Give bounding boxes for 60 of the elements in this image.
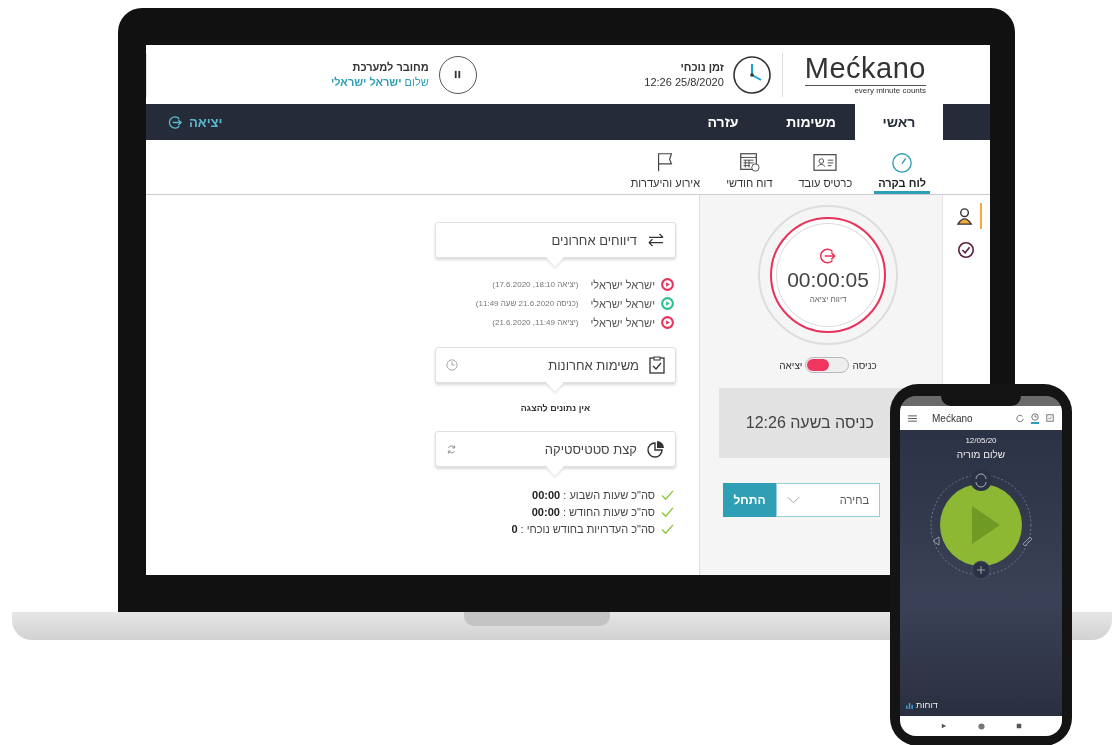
- play-circle-icon: [661, 297, 674, 310]
- clock-icon[interactable]: [1031, 412, 1039, 424]
- menu-icon[interactable]: [908, 414, 917, 422]
- timer-caption: דיווח יציאה: [809, 294, 847, 304]
- entry-exit-toggle[interactable]: [805, 357, 850, 373]
- play-circle-icon: [661, 278, 674, 291]
- logo-text: Mećkano: [804, 54, 926, 86]
- connection-status: מחובר למערכת: [352, 61, 429, 73]
- pie-chart-icon: [647, 440, 665, 458]
- exit-icon: [819, 246, 837, 265]
- empty-message: אין נתונים להצגה: [519, 402, 592, 415]
- nav-tab[interactable]: עזרה: [679, 104, 767, 140]
- logout-icon: [168, 114, 183, 130]
- bar-chart-icon: [906, 701, 913, 709]
- checkmark-icon: [661, 523, 674, 535]
- toggle-label: יציאה: [779, 359, 803, 371]
- clipboard-check-icon: [649, 356, 665, 374]
- current-time-label: זמן נוכחי: [680, 61, 724, 73]
- phone-greeting: שלום מוריה: [956, 449, 1006, 460]
- checklist-icon[interactable]: [1046, 414, 1054, 422]
- back-icon[interactable]: [940, 723, 947, 729]
- refresh-icon: [446, 443, 457, 455]
- check-circle-icon: [956, 241, 975, 259]
- chevron-down-icon: [787, 496, 800, 504]
- checkmark-icon: [661, 489, 674, 501]
- pause-icon: [453, 70, 463, 79]
- clock-icon: [446, 359, 458, 371]
- home-icon[interactable]: [977, 722, 985, 730]
- current-time-value: 12:26 25/8/2020: [644, 76, 724, 88]
- subnav-item[interactable]: אירוע והיעדרות: [626, 151, 705, 194]
- phone-date: 12/05/20: [965, 436, 997, 445]
- nav-tab[interactable]: משימות: [767, 104, 855, 140]
- task-select[interactable]: בחירה: [776, 483, 880, 517]
- report-detail: (יציאה 18:10, 17.6.2020): [492, 280, 579, 289]
- pause-button[interactable]: [438, 55, 477, 94]
- refresh-icon[interactable]: [1016, 414, 1024, 422]
- phone-reports-label[interactable]: דוחות: [916, 700, 938, 710]
- recent-apps-icon[interactable]: [1015, 723, 1022, 729]
- report-name: ישראל ישראלי: [590, 297, 655, 310]
- card-title: קצת סטטיסטיקה: [544, 441, 637, 457]
- nav-tab[interactable]: ראשי: [855, 104, 943, 140]
- toggle-label: כניסה: [852, 359, 877, 371]
- clock-icon: [731, 54, 772, 95]
- timer-value: 00:00:05: [787, 267, 869, 292]
- id-card-icon: [811, 151, 840, 173]
- logout-button[interactable]: יציאה: [168, 104, 223, 140]
- swap-arrows-icon: [647, 233, 665, 247]
- person-icon: [956, 206, 975, 226]
- report-name: ישראל ישראלי: [590, 278, 655, 291]
- report-name: ישראל ישראלי: [590, 316, 655, 329]
- checkmark-icon: [661, 506, 674, 518]
- report-detail: (יציאה 11:49, 21.6.2020): [492, 318, 579, 327]
- card-title: משימות אחרונות: [548, 357, 639, 373]
- subnav-item[interactable]: כרטיס עובד: [794, 151, 857, 194]
- logo-tagline: every minute counts: [854, 86, 926, 95]
- card-title: דיווחים אחרונים: [551, 232, 637, 248]
- subnav-item[interactable]: דוח חודשי: [722, 151, 777, 194]
- report-detail: (כניסה 21.6.2020 שעה 11:49): [475, 299, 579, 308]
- play-circle-icon: [661, 316, 674, 329]
- greeting-text: שלום ישראל ישראלי: [331, 76, 429, 88]
